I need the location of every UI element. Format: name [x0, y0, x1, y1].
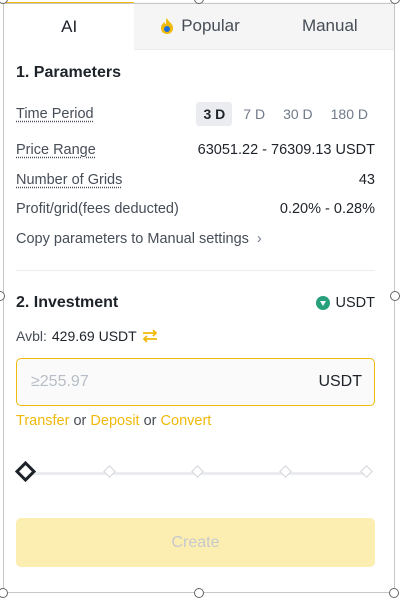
grid-bot-panel: AI Popular Manual 1. Parameters Time Per…	[0, 0, 401, 604]
investment-slider[interactable]	[14, 458, 375, 488]
period-7d[interactable]: 7 D	[236, 102, 272, 126]
or-text: or	[69, 413, 91, 429]
chevron-right-icon: ›	[256, 231, 262, 247]
investment-amount-input[interactable]	[29, 372, 253, 392]
parameters-title: 1. Parameters	[16, 64, 121, 81]
investment-title: 2. Investment	[16, 294, 119, 311]
investment-amount-field[interactable]: USDT	[16, 358, 375, 406]
profit-value: 0.20% - 0.28%	[279, 201, 375, 217]
tab-manual[interactable]: Manual	[264, 2, 395, 50]
funding-links: Transfer or Deposit or Convert	[16, 413, 211, 429]
usdt-icon	[315, 296, 330, 310]
investment-header: 2. Investment USDT	[16, 294, 375, 312]
grids-value: 43	[358, 172, 375, 188]
resize-handle-bottom[interactable]	[194, 588, 204, 598]
period-3d[interactable]: 3 D	[196, 102, 233, 126]
slider-tick-50[interactable]	[191, 465, 204, 478]
time-period-label: Time Period	[16, 106, 94, 122]
create-button[interactable]: Create	[16, 518, 375, 567]
avbl-value: 429.69 USDT	[51, 328, 137, 344]
copy-parameters-link[interactable]: Copy parameters to Manual settings ›	[16, 231, 375, 247]
price-range-value: 63051.22 - 76309.13 USDT	[197, 142, 375, 158]
available-balance: Avbl: 429.69 USDT	[16, 328, 158, 344]
avbl-label: Avbl:	[16, 328, 47, 344]
currency-label: USDT	[335, 295, 375, 311]
or-text: or	[139, 413, 161, 429]
resize-handle-bottom-right[interactable]	[389, 588, 399, 598]
transfer-link[interactable]: Transfer	[16, 413, 69, 429]
tab-popular-label: Popular	[181, 15, 240, 35]
price-range-row: Price Range 63051.22 - 76309.13 USDT	[16, 142, 375, 158]
tab-ai-label: AI	[61, 17, 78, 36]
currency-selector[interactable]: USDT	[315, 295, 375, 311]
profit-row: Profit/grid(fees deducted) 0.20% - 0.28%	[16, 201, 375, 217]
grids-label: Number of Grids	[16, 172, 123, 188]
slider-tick-75[interactable]	[279, 465, 292, 478]
resize-handle-left[interactable]	[0, 291, 5, 301]
period-180d[interactable]: 180 D	[324, 102, 375, 126]
resize-handle-right[interactable]	[390, 291, 400, 301]
section-divider	[16, 270, 375, 271]
time-period-row: Time Period 3 D 7 D 30 D 180 D	[16, 102, 375, 126]
fire-icon	[159, 17, 175, 35]
price-range-label: Price Range	[16, 142, 96, 158]
deposit-link[interactable]: Deposit	[90, 413, 139, 429]
tab-popular[interactable]: Popular	[134, 2, 265, 50]
slider-tick-25[interactable]	[103, 465, 116, 478]
tab-manual-label: Manual	[301, 15, 358, 35]
resize-handle-bottom-left[interactable]	[0, 588, 8, 598]
strategy-tabs: AI Popular Manual	[4, 2, 395, 50]
grids-row: Number of Grids 43	[16, 172, 375, 188]
tab-ai[interactable]: AI	[4, 2, 135, 50]
transfer-swap-icon[interactable]	[142, 329, 158, 343]
slider-tick-100[interactable]	[360, 465, 373, 478]
profit-label: Profit/grid(fees deducted)	[16, 201, 179, 217]
copy-parameters-label: Copy parameters to Manual settings	[16, 231, 249, 247]
period-30d[interactable]: 30 D	[276, 102, 320, 126]
time-period-selector: 3 D 7 D 30 D 180 D	[196, 102, 375, 126]
input-unit-label: USDT	[318, 373, 362, 390]
slider-thumb[interactable]	[14, 460, 37, 483]
convert-link[interactable]: Convert	[161, 413, 212, 429]
